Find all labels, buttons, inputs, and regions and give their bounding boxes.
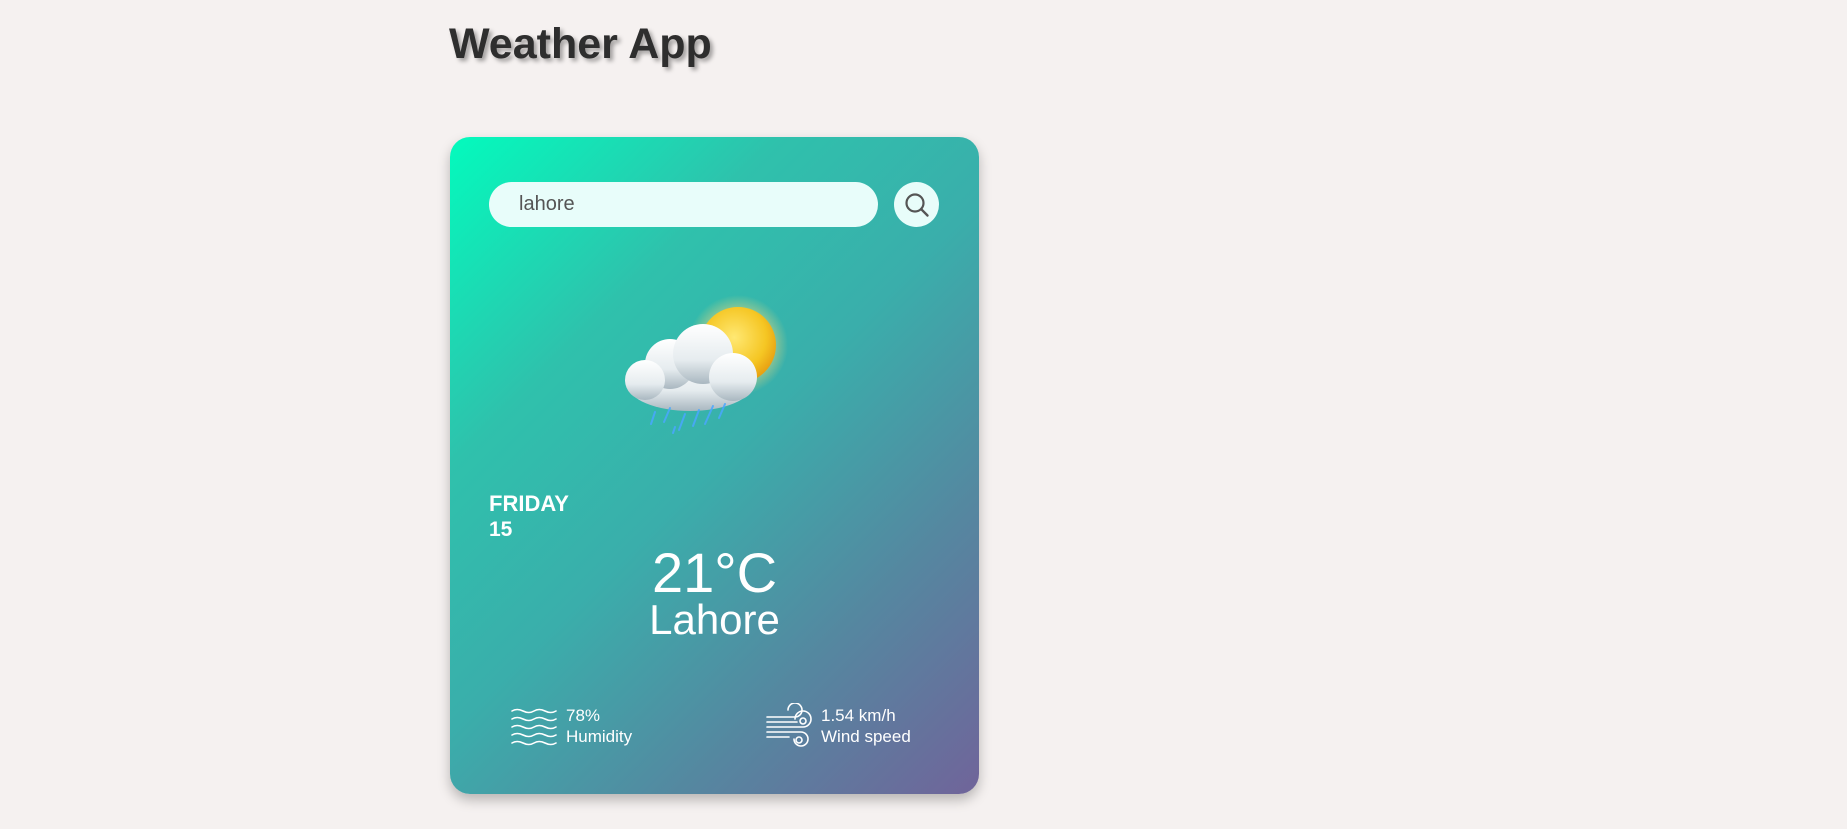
search-button[interactable] — [894, 182, 939, 227]
city-name: Lahore — [649, 596, 780, 643]
cloud-sun-rain-icon — [625, 295, 788, 434]
wind-icon — [766, 703, 812, 747]
temperature: 21°C — [651, 541, 778, 604]
humidity-detail: 78% Humidity — [510, 703, 632, 749]
day-name: FRIDAY — [489, 491, 569, 516]
wind-detail: 1.54 km/h Wind speed — [765, 703, 911, 749]
search-box[interactable] — [489, 182, 878, 227]
weather-card: FRIDAY 15 21°C Lahore 78% Humidity — [450, 137, 979, 794]
search-icon — [904, 192, 929, 217]
humidity-label: Humidity — [566, 727, 633, 746]
wind-value: 1.54 km/h — [821, 706, 896, 725]
humidity-value: 78% — [566, 706, 601, 725]
humidity-waves-icon — [511, 708, 557, 746]
page-title: Weather App — [449, 20, 712, 68]
wind-label: Wind speed — [821, 727, 911, 746]
day-date: 15 — [489, 518, 513, 541]
search-input[interactable] — [517, 192, 850, 217]
